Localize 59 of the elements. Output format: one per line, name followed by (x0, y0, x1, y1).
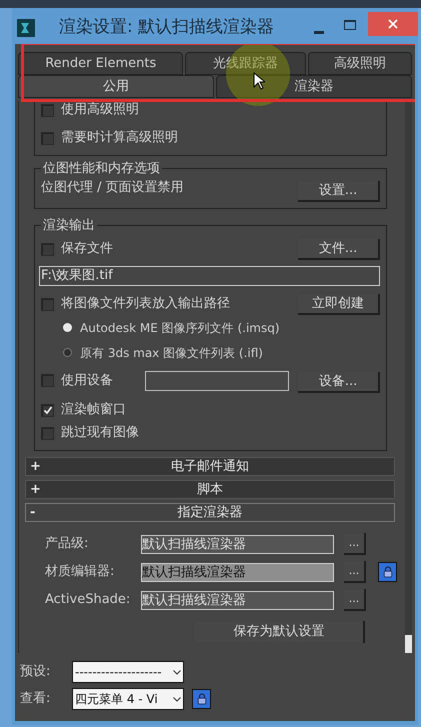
app-logo-icon (17, 19, 35, 37)
path-field[interactable]: F:\效果图.tif (39, 266, 380, 286)
chevron-down-icon (173, 696, 181, 702)
checkbox-label: 使用设备 (61, 372, 113, 390)
checkbox-label: 保存文件 (61, 240, 113, 258)
renderer-field[interactable]: 默认扫描线渲染器 (141, 590, 334, 610)
radio-label: Autodesk ME 图像序列文件 (.imsq) (80, 320, 280, 336)
field-label: 查看: (20, 690, 52, 708)
create-now-button[interactable]: 立即创建 (298, 294, 380, 314)
window-title: 渲染设置: 默认扫描线渲染器 (59, 16, 274, 40)
tab[interactable]: Render Elements (18, 52, 184, 75)
checkbox-label: 需要时计算高级照明 (61, 129, 178, 148)
radio-button[interactable] (63, 323, 72, 332)
checkbox-label: 将图像文件列表放入输出路径 (61, 295, 230, 314)
rollout-header[interactable]: + 脚本 (25, 480, 395, 499)
checkbox[interactable] (41, 374, 54, 387)
browse-button[interactable]: ... (344, 561, 366, 583)
lock-icon (196, 693, 206, 705)
close-icon (388, 19, 398, 29)
status-text: 位图代理 / 页面设置禁用 (41, 178, 184, 197)
checkbox[interactable] (41, 104, 54, 116)
checkbox-label: 跳过现有图像 (61, 424, 139, 442)
maximize-icon[interactable] (344, 20, 356, 30)
mouse-cursor-icon (253, 72, 265, 90)
field-label: 产品级: (45, 535, 90, 554)
checkbox[interactable] (41, 132, 54, 144)
radio-label: 原有 3ds max 图像文件列表 (.ifl) (80, 344, 263, 362)
dropdown[interactable]: 四元菜单 4 - Vi (72, 688, 184, 710)
checkbox-label: 渲染帧窗口 (61, 401, 126, 420)
lock-icon (382, 566, 392, 578)
dropdown[interactable]: -------------------- (72, 661, 184, 683)
minimize-icon[interactable] (314, 30, 324, 34)
settings-button[interactable]: 设置... (298, 181, 380, 202)
tab[interactable]: 公用 (18, 75, 214, 98)
chevron-down-icon (173, 670, 181, 674)
radio-button[interactable] (63, 348, 72, 357)
renderer-field[interactable]: 默认扫描线渲染器 (141, 534, 334, 554)
checkbox[interactable] (41, 404, 54, 416)
close-button[interactable] (368, 12, 418, 36)
lock-button[interactable] (378, 562, 397, 582)
field-label: ActiveShade: (45, 591, 132, 610)
field-label: 预设: (20, 663, 52, 682)
browse-button[interactable]: ... (344, 533, 366, 555)
browse-button[interactable]: ... (344, 589, 366, 611)
scrollbar[interactable] (405, 101, 412, 653)
renderer-field[interactable]: 默认扫描线渲染器 (141, 562, 334, 582)
checkbox[interactable] (41, 426, 54, 440)
device-field[interactable] (145, 370, 290, 390)
lock-button[interactable] (192, 689, 211, 709)
checkbox-label: 使用高级照明 (61, 101, 139, 120)
tab[interactable]: 高级照明 (308, 52, 412, 75)
rollout-header[interactable]: + 电子邮件通知 (25, 457, 395, 476)
rollout-header[interactable]: - 指定渲染器 (25, 503, 395, 522)
checkbox[interactable] (41, 242, 54, 256)
checkbox[interactable] (41, 298, 54, 310)
tab[interactable]: 渲染器 (216, 75, 412, 98)
field-label: 材质编辑器: (45, 563, 116, 582)
device-button[interactable]: 设备... (298, 372, 380, 393)
files-button[interactable]: 文件... (298, 238, 380, 260)
